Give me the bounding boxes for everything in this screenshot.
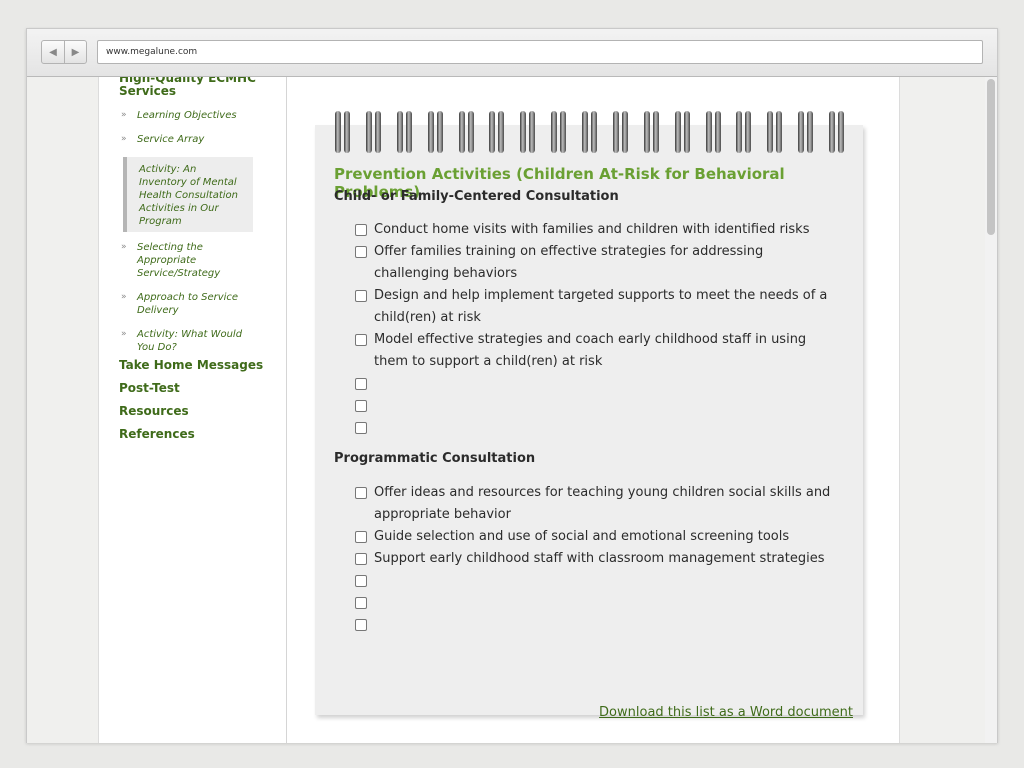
spiral-ring-icon bbox=[396, 111, 413, 155]
checkbox[interactable] bbox=[355, 575, 367, 587]
spiral-binding bbox=[335, 111, 845, 155]
checkbox[interactable] bbox=[355, 400, 367, 412]
checklist-item: Offer ideas and resources for teaching y… bbox=[353, 482, 833, 526]
subnav-item-label: Learning Objectives bbox=[137, 110, 237, 121]
spiral-ring-icon bbox=[798, 111, 814, 155]
group-title-child-family: Child- or Family-Centered Consultation bbox=[334, 189, 619, 204]
checklist-item-blank bbox=[353, 570, 833, 592]
checklist-item: Conduct home visits with families and ch… bbox=[353, 219, 833, 241]
nav-item-references[interactable]: References bbox=[119, 427, 263, 442]
checkbox[interactable] bbox=[355, 531, 367, 543]
spiral-ring-icon bbox=[427, 111, 444, 155]
subnav-item-label: Service Array bbox=[137, 134, 205, 145]
checkbox[interactable] bbox=[355, 290, 367, 302]
subnav-item-activity-inventory[interactable]: Activity: An Inventory of Mental Health … bbox=[123, 157, 253, 232]
checklist-item-label: Conduct home visits with families and ch… bbox=[374, 222, 810, 237]
sidebar-subnav: » Learning Objectives » Service Array Ac… bbox=[119, 109, 259, 365]
page-content: High-Quality ECMHC Services » Learning O… bbox=[98, 77, 900, 743]
checkbox[interactable] bbox=[355, 597, 367, 609]
browser-toolbar: ◀ ▶ www.megalune.com bbox=[27, 29, 997, 77]
download-word-link[interactable]: Download this list as a Word document bbox=[599, 705, 853, 720]
sidebar-section-title[interactable]: High-Quality ECMHC Services bbox=[119, 77, 269, 98]
spiral-ring-icon bbox=[643, 111, 660, 155]
spiral-ring-icon bbox=[767, 111, 783, 155]
spiral-ring-icon bbox=[736, 111, 752, 155]
subnav-item-label: Approach to Service Delivery bbox=[137, 292, 239, 316]
spiral-ring-icon bbox=[458, 111, 475, 155]
subnav-item-label: Activity: An Inventory of Mental Health … bbox=[139, 164, 238, 227]
double-chevron-icon: » bbox=[121, 242, 127, 252]
back-arrow-icon[interactable]: ◀ bbox=[42, 41, 64, 63]
page-viewport: High-Quality ECMHC Services » Learning O… bbox=[27, 77, 997, 743]
forward-arrow-icon[interactable]: ▶ bbox=[63, 41, 86, 63]
checklist-item-label: Guide selection and use of social and em… bbox=[374, 529, 790, 544]
checklist-item-blank bbox=[353, 417, 833, 439]
nav-item-resources[interactable]: Resources bbox=[119, 404, 263, 419]
group-title-programmatic: Programmatic Consultation bbox=[334, 451, 536, 466]
nav-item-take-home-messages[interactable]: Take Home Messages bbox=[119, 358, 263, 373]
checklist-child-family: Conduct home visits with families and ch… bbox=[353, 219, 833, 439]
address-bar[interactable]: www.megalune.com bbox=[97, 40, 983, 64]
spiral-ring-icon bbox=[705, 111, 722, 155]
checklist-item: Guide selection and use of social and em… bbox=[353, 526, 833, 548]
spiral-ring-icon bbox=[520, 111, 536, 155]
nav-buttons: ◀ ▶ bbox=[41, 40, 87, 64]
vertical-scrollbar[interactable] bbox=[985, 77, 997, 743]
double-chevron-icon: » bbox=[121, 329, 127, 339]
sidebar-main-nav: Take Home Messages Post-Test Resources R… bbox=[119, 358, 263, 450]
subnav-item-learning-objectives[interactable]: » Learning Objectives bbox=[119, 109, 259, 122]
checkbox[interactable] bbox=[355, 422, 367, 434]
spiral-ring-icon bbox=[612, 111, 629, 155]
spiral-ring-icon bbox=[674, 111, 691, 155]
checklist-item-label: Support early childhood staff with class… bbox=[374, 551, 825, 566]
checklist-item: Model effective strategies and coach ear… bbox=[353, 329, 833, 373]
double-chevron-icon: » bbox=[121, 110, 127, 120]
checklist-item-label: Offer families training on effective str… bbox=[374, 244, 764, 281]
sidebar: High-Quality ECMHC Services » Learning O… bbox=[99, 77, 287, 743]
checklist-item: Support early childhood staff with class… bbox=[353, 548, 833, 570]
subnav-item-service-array[interactable]: » Service Array bbox=[119, 133, 259, 146]
nav-item-post-test[interactable]: Post-Test bbox=[119, 381, 263, 396]
subnav-item-selecting-service[interactable]: » Selecting the Appropriate Service/Stra… bbox=[119, 241, 259, 280]
subnav-item-label: Selecting the Appropriate Service/Strate… bbox=[137, 242, 221, 279]
checkbox[interactable] bbox=[355, 224, 367, 236]
notebook-card: Prevention Activities (Children At-Risk … bbox=[315, 111, 863, 720]
checklist-item-label: Design and help implement targeted suppo… bbox=[374, 288, 828, 325]
checklist-item-blank bbox=[353, 614, 833, 636]
checkbox[interactable] bbox=[355, 619, 367, 631]
checkbox[interactable] bbox=[355, 487, 367, 499]
subnav-item-activity-what-would-you-do[interactable]: » Activity: What Would You Do? bbox=[119, 328, 259, 354]
spiral-ring-icon bbox=[365, 111, 382, 155]
checklist-item: Design and help implement targeted suppo… bbox=[353, 285, 833, 329]
checklist-item-blank bbox=[353, 373, 833, 395]
checkbox[interactable] bbox=[355, 246, 367, 258]
checkbox[interactable] bbox=[355, 334, 367, 346]
checklist-item-blank bbox=[353, 592, 833, 614]
double-chevron-icon: » bbox=[121, 134, 127, 144]
checklist-item-label: Model effective strategies and coach ear… bbox=[374, 332, 807, 369]
scrollbar-thumb[interactable] bbox=[987, 79, 995, 235]
browser-window: ◀ ▶ www.megalune.com High-Quality ECMHC … bbox=[26, 28, 998, 743]
spiral-ring-icon bbox=[335, 111, 351, 155]
subnav-item-approach-delivery[interactable]: » Approach to Service Delivery bbox=[119, 291, 259, 317]
spiral-ring-icon bbox=[551, 111, 567, 155]
checklist-programmatic: Offer ideas and resources for teaching y… bbox=[353, 482, 833, 636]
spiral-ring-icon bbox=[489, 111, 505, 155]
checkbox[interactable] bbox=[355, 553, 367, 565]
spiral-ring-icon bbox=[829, 111, 845, 155]
checkbox[interactable] bbox=[355, 378, 367, 390]
spiral-ring-icon bbox=[582, 111, 598, 155]
checklist-item-blank bbox=[353, 395, 833, 417]
checklist-item: Offer families training on effective str… bbox=[353, 241, 833, 285]
subnav-item-label: Activity: What Would You Do? bbox=[137, 329, 243, 353]
checklist-item-label: Offer ideas and resources for teaching y… bbox=[374, 485, 831, 522]
double-chevron-icon: » bbox=[121, 292, 127, 302]
